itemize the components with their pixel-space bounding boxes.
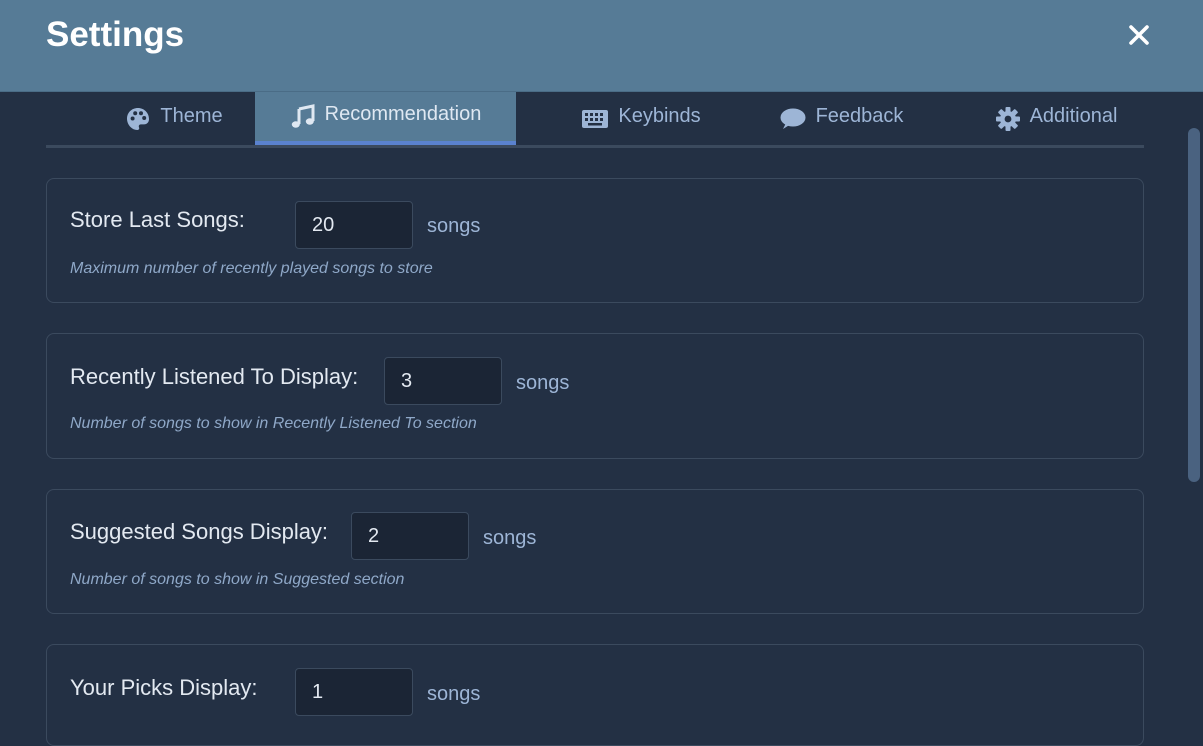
setting-unit: songs	[483, 527, 537, 549]
setting-label: Recently Listened To Display:	[70, 364, 359, 389]
setting-store-last-songs: Store Last Songs: songs Maximum number o…	[46, 178, 1144, 303]
close-icon	[1129, 25, 1149, 45]
setting-label: Suggested Songs Display:	[70, 519, 329, 544]
tab-feedback[interactable]: Feedback	[751, 92, 931, 145]
setting-suggested-songs-display: Suggested Songs Display: songs Number of…	[46, 489, 1144, 614]
tab-recommendation[interactable]: Recommendation	[255, 92, 516, 145]
tab-theme[interactable]: Theme	[84, 92, 264, 145]
setting-description: Maximum number of recently played songs …	[70, 260, 433, 277]
settings-tabs: Theme Recommendation Keybinds Feedback A…	[46, 92, 1144, 148]
setting-description: Number of songs to show in Suggested sec…	[70, 571, 405, 588]
setting-recently-listened-display: Recently Listened To Display: songs Numb…	[46, 333, 1144, 459]
suggested-songs-display-input[interactable]	[351, 512, 469, 560]
page-title: Settings	[46, 15, 185, 54]
tab-label: Feedback	[815, 105, 904, 127]
setting-label: Store Last Songs:	[70, 207, 245, 232]
music-note-icon	[290, 103, 316, 130]
comment-icon	[779, 107, 807, 131]
setting-your-picks-display: Your Picks Display: songs	[46, 644, 1144, 746]
scrollbar-thumb[interactable]	[1188, 128, 1200, 482]
tab-label: Additional	[1029, 105, 1118, 127]
tab-label: Recommendation	[324, 103, 482, 125]
recently-listened-display-input[interactable]	[384, 357, 502, 405]
setting-unit: songs	[427, 683, 481, 705]
store-last-songs-input[interactable]	[295, 201, 413, 249]
your-picks-display-input[interactable]	[295, 668, 413, 716]
setting-label: Your Picks Display:	[70, 675, 258, 700]
settings-header: Settings	[0, 0, 1203, 92]
palette-icon	[125, 106, 151, 132]
setting-description: Number of songs to show in Recently List…	[70, 415, 477, 432]
tab-additional[interactable]: Additional	[961, 92, 1151, 145]
close-button[interactable]	[1124, 20, 1154, 50]
keyboard-icon	[581, 109, 609, 129]
setting-unit: songs	[427, 215, 481, 237]
tab-label: Theme	[160, 105, 223, 127]
tab-label: Keybinds	[618, 105, 701, 127]
gear-icon	[995, 106, 1021, 132]
setting-unit: songs	[516, 372, 570, 394]
tab-keybinds[interactable]: Keybinds	[546, 92, 736, 145]
